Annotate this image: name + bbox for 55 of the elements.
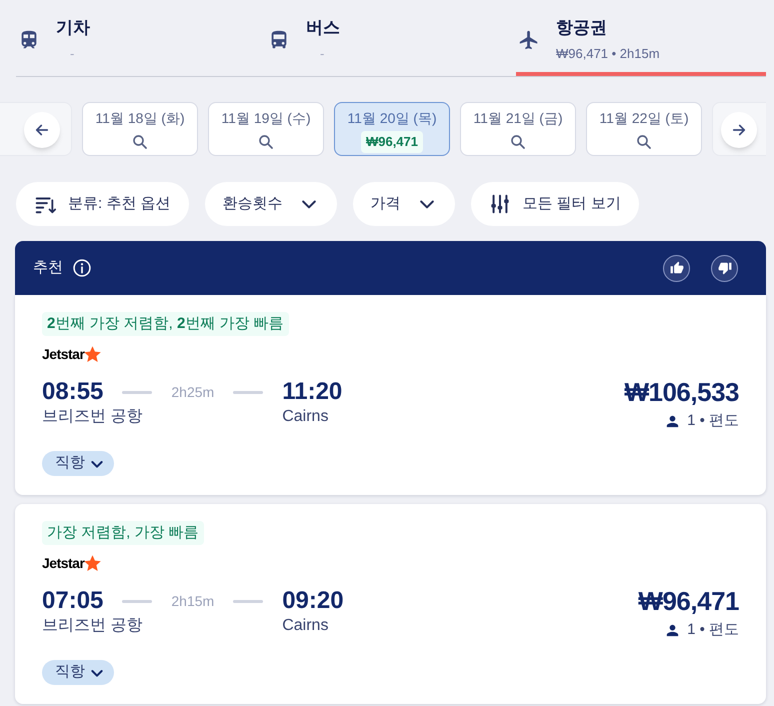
- airline-name: Jetstar: [42, 345, 84, 363]
- origin-airport: 브리즈번 공항: [42, 407, 142, 427]
- trip-info: 1 • 편도: [687, 411, 739, 431]
- airplane-icon: [518, 29, 540, 51]
- previous-button[interactable]: [24, 112, 60, 148]
- date-button[interactable]: 11월 19일 (수): [208, 102, 324, 156]
- search-icon: [257, 133, 275, 151]
- filter-button[interactable]: 환승횟수: [204, 182, 337, 226]
- destination-city: Cairns: [282, 407, 328, 427]
- departure-time: 07:05: [42, 587, 104, 615]
- flight-card[interactable]: 가장 저렴함, 가장 빠름 Jetstar 07:05 2h15m 09:20 브리즈번 공항 Cairns ₩96,471 1 • 편도 직항: [15, 504, 766, 704]
- next-button[interactable]: [721, 112, 757, 148]
- filter-button[interactable]: 모든 필터 보기: [470, 182, 639, 226]
- route-line: [122, 390, 152, 394]
- stops-button[interactable]: 직항: [42, 451, 114, 476]
- arrival-time: 11:20: [282, 378, 342, 406]
- flight-price: ₩106,533: [624, 378, 739, 406]
- thumbs-down-button[interactable]: [711, 254, 738, 282]
- arrival-time: 09:20: [282, 587, 344, 615]
- flight-card[interactable]: 2번째 가장 저렴함, 2번째 가장 빠름 Jetstar 08:55 2h25m 11:20 브리즈번 공항 Cairns ₩106,533 1 • 편도 직항: [15, 295, 766, 495]
- thumbs-up-button[interactable]: [663, 254, 690, 282]
- departure-time: 08:55: [42, 378, 104, 406]
- search-icon: [635, 133, 653, 151]
- info-icon[interactable]: [72, 258, 92, 278]
- date-button[interactable]: 11월 22일 (토): [586, 102, 702, 156]
- sliders-icon: [488, 193, 511, 215]
- origin-airport: 브리즈번 공항: [42, 616, 142, 636]
- star-icon: [83, 554, 102, 572]
- flight-tag: 2번째 가장 저렴함, 2번째 가장 빠름: [42, 312, 289, 336]
- flight-duration: 2h25m: [171, 382, 214, 402]
- trip-info: 1 • 편도: [687, 620, 739, 640]
- date-button[interactable]: 11월 20일 (목) ₩96,471: [334, 102, 450, 156]
- transport-tab[interactable]: 버스 -: [266, 16, 516, 76]
- filter-button[interactable]: 분류: 추천 옵션: [16, 182, 189, 226]
- transport-tab[interactable]: 항공권 ₩96,471 • 2h15m: [516, 16, 766, 76]
- price-badge: ₩96,471: [360, 131, 424, 153]
- filter-button[interactable]: 가격: [352, 182, 455, 226]
- section-title: 추천: [33, 258, 63, 278]
- flight-price: ₩96,471: [638, 587, 739, 615]
- route-line: [233, 390, 264, 394]
- date-button[interactable]: 11월 21일 (금): [460, 102, 576, 156]
- route-line: [233, 600, 264, 602]
- search-icon: [509, 133, 527, 151]
- search-icon: [131, 133, 149, 151]
- airline-name: Jetstar: [42, 554, 84, 572]
- flight-duration: 2h15m: [171, 592, 214, 610]
- route-line: [122, 600, 152, 602]
- star-icon: [83, 344, 102, 364]
- flight-tag: 가장 저렴함, 가장 빠름: [42, 521, 204, 545]
- destination-city: Cairns: [282, 616, 328, 636]
- thumbs-up-icon: [670, 261, 684, 275]
- date-button[interactable]: 11월 18일 (화): [82, 102, 198, 156]
- stops-button[interactable]: 직항: [42, 660, 114, 685]
- thumbs-down-icon: [718, 261, 732, 275]
- transport-tab[interactable]: 기차 -: [16, 16, 266, 76]
